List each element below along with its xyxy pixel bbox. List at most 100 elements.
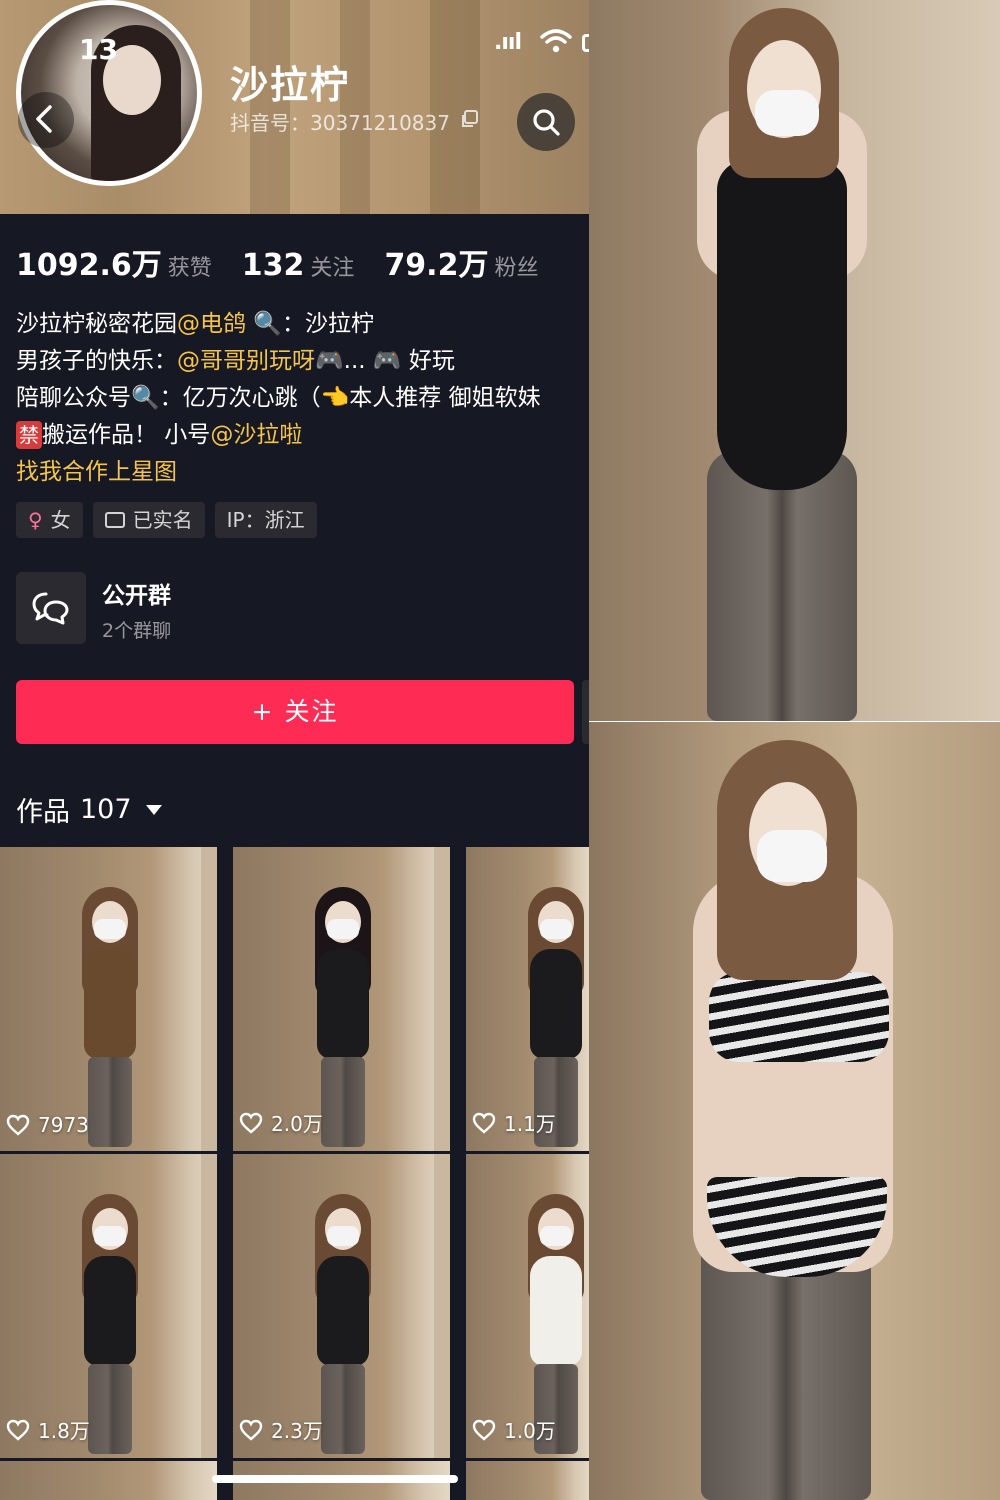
followers-label[interactable]: 粉丝 bbox=[494, 250, 538, 282]
verified-tag: 已实名 bbox=[92, 502, 205, 538]
bio-text: 陪聊公众号🔍：亿万次心跳（👈本人推荐 御姐软妹 bbox=[16, 385, 541, 411]
video-likes: 7973 bbox=[6, 1113, 89, 1137]
figure-mask bbox=[327, 919, 359, 939]
profile-stats: 1092.6万 获赞 132 关注 79.2万 粉丝 bbox=[16, 240, 568, 283]
star-map-link[interactable]: 找我合作上星图 bbox=[16, 459, 177, 485]
status-time: 13 bbox=[79, 33, 118, 66]
video-thumbnail[interactable]: 1.0万 bbox=[466, 1154, 589, 1458]
figure-legs bbox=[321, 1057, 365, 1147]
figure-outfit bbox=[530, 1256, 582, 1366]
heart-icon bbox=[239, 1419, 263, 1441]
video-thumbnail[interactable]: 1.1万 bbox=[466, 847, 589, 1151]
likes-count: 1.8万 bbox=[38, 1419, 90, 1443]
figure-legs bbox=[88, 1057, 132, 1147]
likes-count: 7973 bbox=[38, 1113, 89, 1137]
figure-mask bbox=[327, 1226, 359, 1246]
figure-mask bbox=[94, 1226, 126, 1246]
tag-label: 女 bbox=[50, 508, 71, 532]
bio-line: 男孩子的快乐：@哥哥别玩呀🎮... 🎮 好玩 bbox=[16, 343, 588, 380]
figure-outfit bbox=[317, 1256, 369, 1366]
likes-count: 1092.6万 bbox=[16, 248, 162, 283]
following-count[interactable]: 132 bbox=[242, 248, 305, 283]
ban-badge: 禁 bbox=[16, 421, 42, 449]
back-button[interactable] bbox=[18, 92, 74, 148]
works-tab[interactable]: 作品 107 bbox=[16, 790, 162, 829]
mention-link[interactable]: @沙拉啦 bbox=[210, 422, 302, 448]
wifi-icon bbox=[540, 29, 572, 53]
video-likes: 1.8万 bbox=[6, 1415, 90, 1444]
photo-bottom bbox=[589, 722, 1000, 1500]
photo-top bbox=[589, 0, 1000, 721]
video-thumbnail[interactable] bbox=[466, 1461, 589, 1500]
photo-legs bbox=[707, 450, 857, 721]
video-likes: 2.3万 bbox=[239, 1415, 323, 1444]
video-thumbnail[interactable]: 2.3万 bbox=[233, 1154, 450, 1458]
figure-outfit bbox=[84, 949, 136, 1059]
bio-text: 🎮... 🎮 好玩 bbox=[315, 348, 455, 374]
figure-mask bbox=[540, 1226, 572, 1246]
profile-bio: 沙拉柠秘密花园@电鸽 🔍：沙拉柠 男孩子的快乐：@哥哥别玩呀🎮... 🎮 好玩 … bbox=[16, 306, 588, 491]
search-button[interactable] bbox=[517, 93, 575, 151]
heart-icon bbox=[239, 1112, 263, 1134]
video-likes: 1.1万 bbox=[472, 1108, 556, 1137]
tag-label: 已实名 bbox=[132, 508, 193, 532]
video-likes: 1.0万 bbox=[472, 1415, 556, 1444]
likes-count: 2.0万 bbox=[271, 1112, 323, 1136]
bio-text: 🔍：沙拉柠 bbox=[253, 311, 374, 337]
heart-icon bbox=[472, 1419, 496, 1441]
home-indicator[interactable] bbox=[212, 1475, 458, 1483]
likes-count: 1.0万 bbox=[504, 1419, 556, 1443]
profile-tags: ♀ 女 已实名 IP：浙江 bbox=[16, 502, 317, 538]
door-frame bbox=[434, 847, 450, 1151]
search-icon bbox=[533, 109, 560, 136]
likes-count: 2.3万 bbox=[271, 1419, 323, 1443]
figure-outfit bbox=[530, 949, 582, 1059]
photo-bikini-top bbox=[709, 972, 889, 1062]
cellular-signal-icon: .ııl bbox=[494, 30, 522, 55]
profile-screen: .ııl 13 沙拉柠 抖音号：30371210837 1092.6万 获赞 1… bbox=[0, 0, 589, 1500]
video-thumbnail[interactable]: 2.0万 bbox=[233, 847, 450, 1151]
bio-line: 陪聊公众号🔍：亿万次心跳（👈本人推荐 御姐软妹 bbox=[16, 380, 588, 417]
heart-icon bbox=[472, 1112, 496, 1134]
female-icon: ♀ bbox=[28, 508, 43, 532]
video-likes: 2.0万 bbox=[239, 1108, 323, 1137]
figure-outfit bbox=[84, 1256, 136, 1366]
tag-label: IP：浙江 bbox=[226, 508, 305, 532]
bio-line: 禁搬运作品！ 小号@沙拉啦 bbox=[16, 417, 588, 454]
video-thumbnail[interactable] bbox=[0, 1461, 217, 1500]
figure-outfit bbox=[317, 949, 369, 1059]
id-card-icon bbox=[104, 512, 125, 528]
mention-link[interactable]: @电鸽 bbox=[177, 311, 246, 337]
douyin-id: 抖音号：30371210837 bbox=[230, 111, 450, 135]
figure-legs bbox=[321, 1364, 365, 1454]
copy-icon[interactable] bbox=[460, 110, 478, 128]
thumbnail-figure bbox=[60, 887, 160, 1147]
photo-mask bbox=[755, 90, 819, 136]
door-frame bbox=[434, 1154, 450, 1458]
likes-count: 1.1万 bbox=[504, 1112, 556, 1136]
works-count: 107 bbox=[80, 794, 132, 825]
figure-mask bbox=[540, 919, 572, 939]
following-label[interactable]: 关注 bbox=[310, 250, 354, 282]
heart-icon bbox=[6, 1114, 30, 1136]
video-thumbnail[interactable]: 7973 bbox=[0, 847, 217, 1151]
figure-legs bbox=[88, 1364, 132, 1454]
heart-icon bbox=[6, 1419, 30, 1441]
group-subtitle: 2个群聊 bbox=[102, 620, 172, 642]
video-thumbnail[interactable]: 1.8万 bbox=[0, 1154, 217, 1458]
bio-text: 沙拉柠秘密花园 bbox=[16, 311, 177, 337]
figure-mask bbox=[94, 919, 126, 939]
photo-swimsuit bbox=[717, 160, 847, 490]
followers-count[interactable]: 79.2万 bbox=[384, 240, 488, 284]
follow-side-button[interactable] bbox=[582, 680, 589, 744]
mention-link[interactable]: @哥哥别玩呀 bbox=[177, 348, 315, 374]
gender-tag: ♀ 女 bbox=[16, 502, 83, 538]
ip-tag: IP：浙江 bbox=[214, 502, 317, 538]
bio-text: 搬运作品！ 小号 bbox=[42, 422, 211, 448]
public-group-entry[interactable]: 公开群 2个群聊 bbox=[16, 572, 576, 646]
bio-text: 男孩子的快乐： bbox=[16, 348, 177, 374]
door-frame bbox=[201, 847, 217, 1151]
profile-name: 沙拉柠 bbox=[230, 63, 351, 107]
follow-button[interactable]: + 关注 bbox=[16, 680, 574, 744]
chevron-left-icon bbox=[36, 105, 52, 133]
